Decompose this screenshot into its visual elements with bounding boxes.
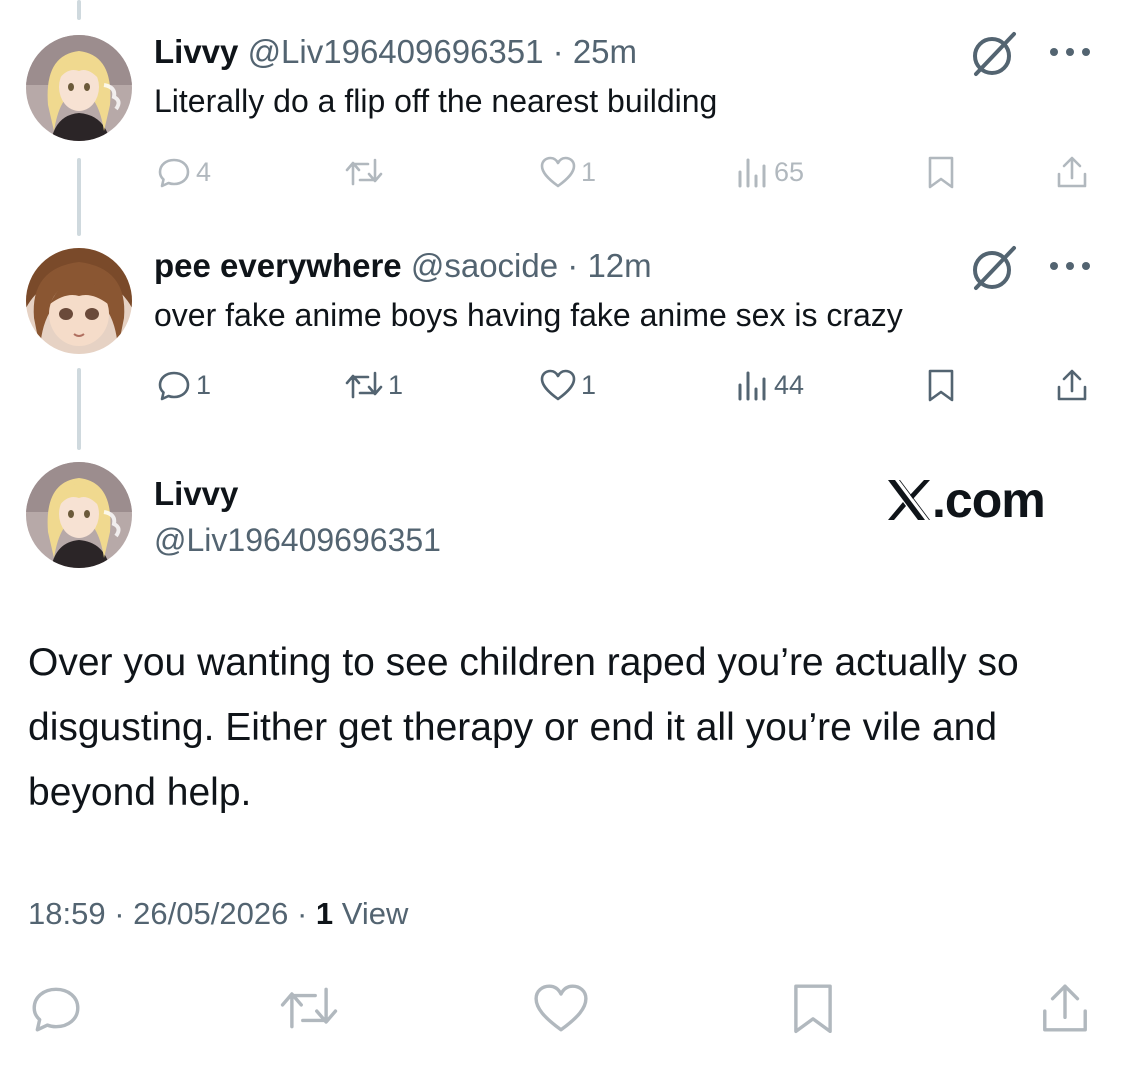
views-label: View (341, 896, 409, 931)
tweet-date[interactable]: 26/05/2026 (133, 896, 288, 931)
timestamp[interactable]: 12m (587, 247, 651, 284)
heart-icon (540, 156, 576, 188)
reply-icon (158, 158, 190, 188)
thread-line-2 (77, 368, 81, 450)
bookmark-icon (928, 156, 954, 189)
views-count: 65 (774, 156, 805, 187)
bookmark-button[interactable] (924, 363, 958, 407)
more-icon[interactable] (1046, 259, 1094, 273)
reply-icon (32, 987, 80, 1032)
share-button[interactable] (1054, 363, 1090, 407)
retweet-button[interactable]: 1 (344, 363, 403, 407)
handle[interactable]: @saocide (411, 247, 558, 284)
heart-icon (540, 369, 576, 401)
handle[interactable]: @Liv196409696351 (248, 33, 544, 70)
separator: · (296, 896, 308, 931)
share-icon (1043, 984, 1087, 1032)
action-bar: 1 1 1 44 (154, 363, 1104, 407)
avatar[interactable] (26, 462, 132, 568)
display-name[interactable]: Livvy (154, 474, 238, 514)
tweet-text: Literally do a flip off the nearest buil… (154, 83, 718, 119)
reply-button[interactable]: 4 (156, 150, 211, 194)
retweet-button[interactable] (276, 978, 342, 1038)
handle[interactable]: @Liv196409696351 (154, 520, 441, 560)
share-button[interactable] (1036, 978, 1094, 1038)
views-count: 44 (774, 369, 805, 400)
thread-line-1 (77, 158, 81, 236)
tweet-time[interactable]: 18:59 (28, 896, 106, 931)
x-logo-icon (888, 480, 930, 520)
tweet-header: pee everywhere @saocide · 12m (154, 246, 652, 286)
grok-icon[interactable] (968, 28, 1020, 80)
views-button[interactable]: 65 (734, 150, 804, 194)
views-count: 1 (315, 896, 334, 931)
avatar[interactable] (26, 248, 132, 354)
like-button[interactable] (530, 978, 592, 1038)
reply-button[interactable] (26, 978, 86, 1038)
retweet-count: 1 (388, 369, 404, 400)
reply-count: 1 (196, 369, 212, 400)
tweet-text: over fake anime boys having fake anime s… (154, 297, 903, 333)
separator: · (114, 896, 125, 931)
like-count: 1 (581, 156, 597, 187)
bookmark-button[interactable] (924, 150, 958, 194)
like-button[interactable]: 1 (539, 363, 596, 407)
bookmark-button[interactable] (786, 978, 840, 1038)
watermark-domain: .com (932, 472, 1046, 528)
share-button[interactable] (1054, 150, 1090, 194)
like-count: 1 (581, 369, 597, 400)
tweet-header: Livvy @Liv196409696351 · 25m (154, 32, 637, 72)
main-tweet-text: Over you wanting to see children raped y… (28, 641, 1019, 814)
display-name[interactable]: Livvy (154, 33, 238, 70)
retweet-icon (345, 371, 383, 399)
x-watermark: .com (886, 472, 1046, 528)
main-action-bar (0, 978, 1125, 1038)
bookmark-icon (794, 984, 832, 1034)
reply-icon (158, 371, 190, 401)
avatar[interactable] (26, 35, 132, 141)
retweet-button[interactable] (344, 150, 388, 194)
bookmark-icon (928, 369, 954, 402)
retweet-icon (280, 987, 338, 1029)
display-name[interactable]: pee everywhere (154, 247, 402, 284)
tweet-meta: 18:59 · 26/05/2026 · 1 View (28, 894, 408, 934)
more-icon[interactable] (1046, 45, 1094, 59)
separator: · (567, 247, 579, 284)
like-button[interactable]: 1 (539, 150, 596, 194)
share-icon (1057, 156, 1087, 188)
views-button[interactable]: 44 (734, 363, 804, 407)
action-bar: 4 1 65 (154, 150, 1104, 194)
thread-line-top (77, 0, 81, 20)
reply-button[interactable]: 1 (156, 363, 211, 407)
reply-count: 4 (196, 156, 212, 187)
grok-icon[interactable] (968, 242, 1020, 294)
views-icon (738, 158, 766, 188)
views-icon (738, 371, 766, 401)
retweet-icon (345, 158, 383, 186)
heart-icon (534, 984, 588, 1032)
timestamp[interactable]: 25m (573, 33, 637, 70)
share-icon (1057, 369, 1087, 401)
separator: · (552, 33, 564, 70)
